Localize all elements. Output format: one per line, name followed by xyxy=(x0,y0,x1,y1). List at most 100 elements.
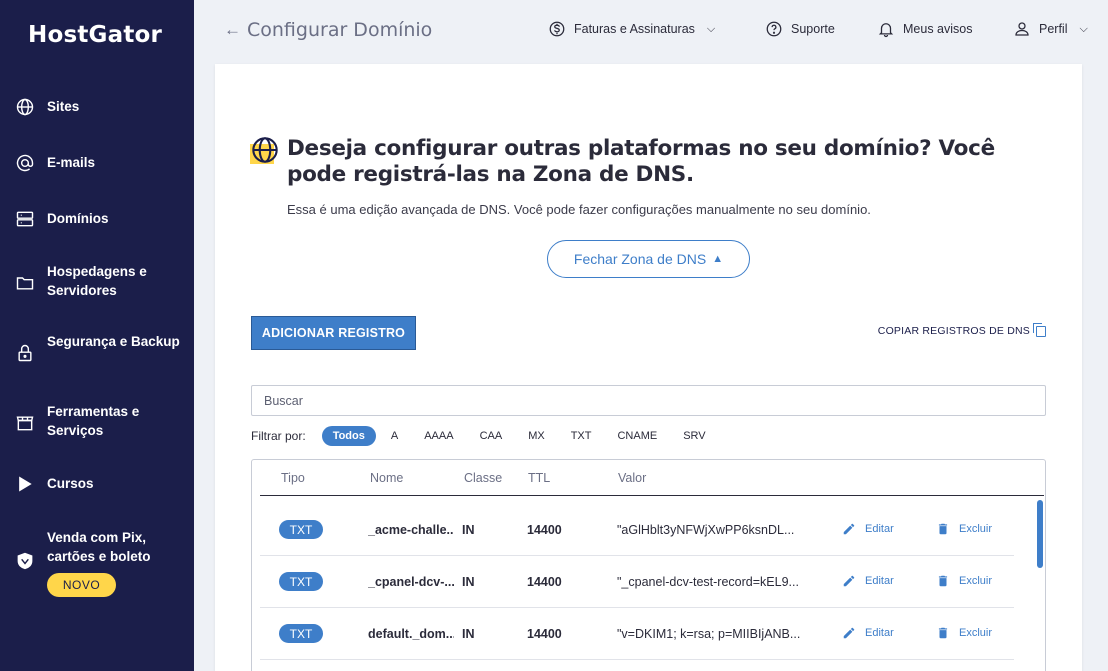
sidebar-item-label: Sites xyxy=(47,99,80,114)
edit-record-button[interactable]: Editar xyxy=(842,574,894,588)
record-ttl: 14400 xyxy=(527,523,562,537)
filter-chip-srv[interactable]: SRV xyxy=(672,426,716,446)
record-type-badge: TXT xyxy=(279,572,323,591)
sidebar-item-hosting[interactable]: Hospedagens e Servidores xyxy=(0,262,194,302)
copy-icon xyxy=(1033,322,1046,337)
profile-label: Perfil xyxy=(1039,22,1068,36)
trash-icon xyxy=(938,523,948,535)
top-bar: ← Configurar Domínio Faturas e Assinatur… xyxy=(194,0,1108,60)
record-ttl: 14400 xyxy=(527,627,562,641)
sidebar-item-label: Domínios xyxy=(47,211,109,226)
sidebar-item-label: Cursos xyxy=(47,476,94,491)
sidebar-item-sites[interactable]: Sites xyxy=(0,96,194,118)
folder-icon xyxy=(14,272,36,294)
delete-record-button[interactable]: Excluir xyxy=(936,626,992,640)
trash-icon xyxy=(938,627,948,639)
record-ttl: 14400 xyxy=(527,575,562,589)
sidebar-item-tools[interactable]: Ferramentas e Serviços xyxy=(0,402,194,442)
column-header-type: Tipo xyxy=(281,471,305,485)
delete-record-button[interactable]: Excluir xyxy=(936,522,992,536)
filter-label: Filtrar por: xyxy=(251,429,306,443)
play-icon xyxy=(14,473,36,495)
sidebar-item-payments[interactable]: Venda com Pix, cartões e boleto xyxy=(0,528,194,570)
close-dns-zone-button[interactable]: Fechar Zona de DNS ▲ xyxy=(547,240,750,278)
sidebar-item-domains[interactable]: Domínios xyxy=(0,208,194,230)
record-class: IN xyxy=(462,627,475,641)
table-header: Tipo Nome Classe TTL Valor xyxy=(260,460,1044,496)
record-value: "v=DKIM1; k=rsa; p=MIIBIjANB... xyxy=(617,627,801,641)
dns-subtext: Essa é uma edição avançada de DNS. Você … xyxy=(287,202,871,217)
column-header-name: Nome xyxy=(370,471,404,485)
store-icon xyxy=(14,412,36,434)
filter-chip-cname[interactable]: CNAME xyxy=(606,426,668,446)
table-row: TXT _cpanel-dcv-... IN 14400 "_cpanel-dc… xyxy=(260,556,1014,608)
table-row: TXT default._dom... IN 14400 "v=DKIM1; k… xyxy=(260,608,1014,660)
pencil-icon xyxy=(843,627,855,639)
profile-menu[interactable]: Perfil ⌵ xyxy=(1013,20,1088,38)
server-icon xyxy=(14,208,36,230)
globe-icon xyxy=(250,136,280,166)
filter-chip-aaaa[interactable]: AAAA xyxy=(413,426,464,446)
record-type-badge: TXT xyxy=(279,624,323,643)
record-type-badge: TXT xyxy=(279,520,323,539)
sidebar-item-label: Ferramentas e Serviços xyxy=(47,404,140,438)
new-badge: NOVO xyxy=(47,573,116,597)
filter-bar: Filtrar por: Todos A AAAA CAA MX TXT CNA… xyxy=(251,425,721,447)
record-value: "aGlHblt3yNFWjXwPP6ksnDL... xyxy=(617,523,795,537)
table-scrollbar[interactable] xyxy=(1037,500,1043,568)
column-header-class: Classe xyxy=(464,471,503,485)
record-name: default._dom... xyxy=(368,627,454,641)
record-value: "_cpanel-dcv-test-record=kEL9... xyxy=(617,575,799,589)
edit-label: Editar xyxy=(865,575,894,587)
filter-chip-a[interactable]: A xyxy=(380,426,409,446)
shield-icon xyxy=(14,550,36,572)
table-row: TXT _acme-challe... IN 14400 "aGlHblt3yN… xyxy=(260,504,1014,556)
edit-record-button[interactable]: Editar xyxy=(842,522,894,536)
delete-label: Excluir xyxy=(959,523,993,535)
column-header-ttl: TTL xyxy=(528,471,551,485)
user-icon xyxy=(1015,22,1029,36)
delete-record-button[interactable]: Excluir xyxy=(936,574,992,588)
add-record-button[interactable]: ADICIONAR REGISTRO xyxy=(251,316,416,350)
notices-link[interactable]: Meus avisos xyxy=(877,20,972,38)
filter-chip-txt[interactable]: TXT xyxy=(560,426,603,446)
chevron-down-icon: ⌵ xyxy=(706,22,716,35)
copy-dns-records-link[interactable]: COPIAR REGISTROS DE DNS xyxy=(877,322,1046,337)
invoices-menu[interactable]: Faturas e Assinaturas ⌵ xyxy=(548,20,715,38)
pencil-icon xyxy=(843,575,855,587)
chevron-up-icon: ▲ xyxy=(712,253,724,265)
sidebar-item-label: Segurança e Backup xyxy=(47,334,180,349)
support-label: Suporte xyxy=(791,22,835,36)
record-name: _cpanel-dcv-... xyxy=(368,575,454,589)
edit-label: Editar xyxy=(865,523,894,535)
notices-label: Meus avisos xyxy=(903,22,973,36)
delete-label: Excluir xyxy=(959,575,993,587)
filter-chip-caa[interactable]: CAA xyxy=(469,426,514,446)
arrow-left-icon[interactable]: ← xyxy=(224,20,241,40)
sidebar-item-emails[interactable]: E-mails xyxy=(0,152,194,174)
globe-icon xyxy=(14,96,36,118)
filter-chip-todos[interactable]: Todos xyxy=(321,426,376,446)
dns-heading: Deseja configurar outras plataformas no … xyxy=(287,136,995,187)
close-dns-zone-label: Fechar Zona de DNS xyxy=(573,251,707,267)
sidebar-item-label: E-mails xyxy=(47,155,96,170)
hostgator-logo[interactable]: HostGator xyxy=(28,22,162,48)
copy-dns-records-label: COPIAR REGISTROS DE DNS xyxy=(877,325,1030,337)
pencil-icon xyxy=(843,523,855,535)
filter-chip-mx[interactable]: MX xyxy=(517,426,556,446)
record-class: IN xyxy=(462,523,475,537)
record-name: _acme-challe... xyxy=(368,523,454,537)
chevron-down-icon: ⌵ xyxy=(1079,22,1088,35)
delete-label: Excluir xyxy=(959,627,993,639)
bell-icon xyxy=(878,23,894,38)
search-input[interactable] xyxy=(251,385,1046,416)
support-link[interactable]: Suporte xyxy=(765,20,835,38)
record-class: IN xyxy=(462,575,475,589)
sidebar: HostGator Sites E-mails Domínios Hospeda… xyxy=(0,0,194,671)
sidebar-item-courses[interactable]: Cursos xyxy=(0,472,194,496)
lock-icon xyxy=(14,342,36,364)
edit-record-button[interactable]: Editar xyxy=(842,626,894,640)
sidebar-item-label: Hospedagens e Servidores xyxy=(47,264,147,298)
trash-icon xyxy=(938,575,948,587)
sidebar-item-security[interactable]: Segurança e Backup xyxy=(0,332,194,372)
